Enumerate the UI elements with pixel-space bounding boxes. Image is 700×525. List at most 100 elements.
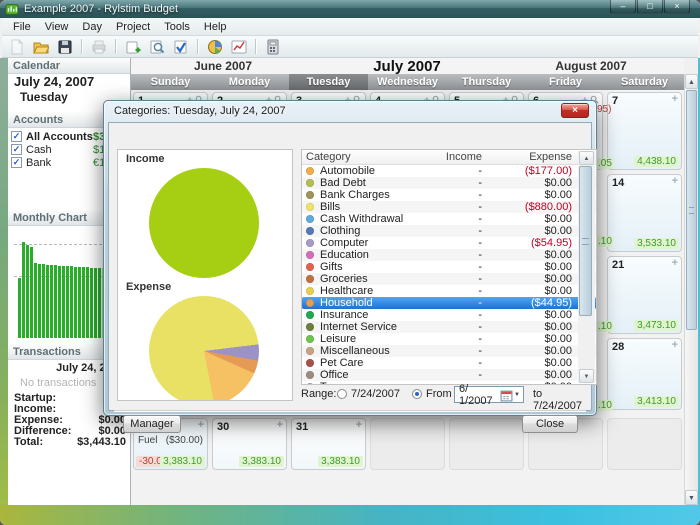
weekday-friday[interactable]: Friday xyxy=(526,74,605,90)
weekday-thursday[interactable]: Thursday xyxy=(447,74,526,90)
dialog-close-button[interactable]: × xyxy=(561,103,589,118)
add-transaction-icon[interactable]: + xyxy=(672,95,678,104)
category-row[interactable]: Household-($44.95) xyxy=(302,297,596,309)
category-color-dot xyxy=(306,191,314,199)
category-expense: $0.00 xyxy=(482,357,572,369)
manager-button[interactable]: Manager xyxy=(123,415,181,433)
day-cell-21[interactable]: 21+3,473.10 xyxy=(607,256,682,334)
from-date-input[interactable]: 6/ 1/2007 ▼ xyxy=(454,386,524,403)
new-document-icon[interactable] xyxy=(6,38,28,56)
close-button[interactable]: × xyxy=(664,0,690,14)
date-dropdown-icon[interactable]: ▼ xyxy=(513,392,523,398)
category-row[interactable]: Bills-($880.00) xyxy=(302,201,596,213)
title-bar[interactable]: Example 2007 - Rylstim Budget – □ × xyxy=(0,0,700,18)
category-row[interactable]: Internet Service-$0.00 xyxy=(302,321,596,333)
add-transaction-icon[interactable]: + xyxy=(277,421,283,430)
check-day-icon[interactable] xyxy=(170,38,192,56)
add-transaction-icon[interactable]: + xyxy=(356,421,362,430)
range-from-label[interactable]: From xyxy=(426,388,452,400)
print-icon[interactable] xyxy=(88,38,110,56)
from-date-value[interactable]: 6/ 1/2007 xyxy=(459,383,500,407)
pie-chart-icon[interactable] xyxy=(204,38,226,56)
weekday-monday[interactable]: Monday xyxy=(210,74,289,90)
list-scrollbar-thumb[interactable] xyxy=(579,166,592,316)
category-row[interactable]: Automobile-($177.00) xyxy=(302,165,596,177)
day-cell-31[interactable]: 31+3,383.10 xyxy=(291,418,366,470)
category-row[interactable]: Healthcare-$0.00 xyxy=(302,285,596,297)
category-row[interactable]: Groceries-$0.00 xyxy=(302,273,596,285)
menu-project[interactable]: Project xyxy=(109,19,157,35)
category-row[interactable]: Pet Care-$0.00 xyxy=(302,357,596,369)
range-from-radio[interactable] xyxy=(412,389,422,399)
maximize-button[interactable]: □ xyxy=(637,0,663,14)
category-row[interactable]: Gifts-$0.00 xyxy=(302,261,596,273)
day-cell-14[interactable]: 14+3,533.10 xyxy=(607,174,682,252)
summary-label: Total: xyxy=(14,436,43,448)
weekday-saturday[interactable]: Saturday xyxy=(605,74,684,90)
category-income: - xyxy=(432,165,482,177)
column-category[interactable]: Category xyxy=(306,151,432,163)
summary-row: Difference:$0.00 xyxy=(8,425,131,436)
add-transaction-icon[interactable]: + xyxy=(198,421,204,430)
transaction-row[interactable]: Fuel($30.00) xyxy=(138,435,203,446)
category-income: - xyxy=(432,369,482,381)
checkbox-icon[interactable]: ✓ xyxy=(11,157,22,168)
day-cell-7[interactable]: 7+4,438.10 xyxy=(607,92,682,170)
calendar-scrollbar[interactable]: ▲ ▼ xyxy=(684,74,698,505)
open-folder-icon[interactable] xyxy=(30,38,52,56)
calendar-picker-icon[interactable] xyxy=(500,389,513,401)
category-row[interactable]: Bank Charges-$0.00 xyxy=(302,189,596,201)
category-row[interactable]: Cash Withdrawal-$0.00 xyxy=(302,213,596,225)
menu-view[interactable]: View xyxy=(38,19,76,35)
category-row[interactable]: Education-$0.00 xyxy=(302,249,596,261)
scroll-down-icon[interactable]: ▼ xyxy=(685,490,698,505)
app-icon xyxy=(5,2,19,16)
line-chart-icon[interactable] xyxy=(228,38,250,56)
chart-bar xyxy=(86,267,89,338)
weekday-sunday[interactable]: Sunday xyxy=(131,74,210,90)
category-expense: $0.00 xyxy=(482,345,572,357)
category-list-scrollbar[interactable]: ▲ ▼ xyxy=(578,151,595,383)
weekday-tuesday[interactable]: Tuesday xyxy=(289,74,368,90)
scroll-up-icon[interactable]: ▲ xyxy=(685,74,698,89)
search-icon[interactable] xyxy=(146,38,168,56)
category-row[interactable]: Taxes-$0.00 xyxy=(302,381,596,385)
menu-file[interactable]: File xyxy=(6,19,38,35)
menu-tools[interactable]: Tools xyxy=(157,19,197,35)
add-transaction-icon[interactable]: + xyxy=(672,341,678,350)
category-row[interactable]: Office-$0.00 xyxy=(302,369,596,381)
add-transaction-icon[interactable]: + xyxy=(672,177,678,186)
add-record-icon[interactable] xyxy=(122,38,144,56)
category-row[interactable]: Computer-($54.95) xyxy=(302,237,596,249)
checkbox-icon[interactable]: ✓ xyxy=(11,131,22,142)
day-cell-28[interactable]: 28+3,413.10 xyxy=(607,338,682,410)
save-icon[interactable] xyxy=(54,38,76,56)
column-expense[interactable]: Expense xyxy=(482,151,572,163)
minimize-button[interactable]: – xyxy=(610,0,636,14)
category-row[interactable]: Miscellaneous-$0.00 xyxy=(302,345,596,357)
category-row[interactable]: Leisure-$0.00 xyxy=(302,333,596,345)
scrollbar-thumb[interactable] xyxy=(686,90,697,330)
category-list-header[interactable]: Category Income Expense xyxy=(302,150,596,165)
menu-bar: FileViewDayProjectToolsHelp xyxy=(2,18,698,36)
column-income[interactable]: Income xyxy=(432,151,482,163)
range-single-date-radio[interactable] xyxy=(337,389,347,399)
weekday-wednesday[interactable]: Wednesday xyxy=(368,74,447,90)
dialog-close-action-button[interactable]: Close xyxy=(522,415,578,433)
checkbox-icon[interactable]: ✓ xyxy=(11,144,22,155)
menu-day[interactable]: Day xyxy=(75,19,109,35)
category-row[interactable]: Clothing-$0.00 xyxy=(302,225,596,237)
category-color-dot xyxy=(306,323,314,331)
occluded-value-fragment: 95) xyxy=(597,104,611,115)
calculator-icon[interactable] xyxy=(262,38,284,56)
add-transaction-icon[interactable]: + xyxy=(672,259,678,268)
category-row[interactable]: Insurance-$0.00 xyxy=(302,309,596,321)
category-name: Taxes xyxy=(320,381,432,385)
range-single-date-label[interactable]: 7/24/2007 xyxy=(351,388,400,400)
list-scroll-down-icon[interactable]: ▼ xyxy=(579,369,594,383)
category-row[interactable]: Bad Debt-$0.00 xyxy=(302,177,596,189)
day-cell-30[interactable]: 30+3,383.10 xyxy=(212,418,287,470)
menu-help[interactable]: Help xyxy=(197,19,234,35)
list-scroll-up-icon[interactable]: ▲ xyxy=(579,151,594,165)
sidebar-weekday: Tuesday xyxy=(20,90,68,104)
